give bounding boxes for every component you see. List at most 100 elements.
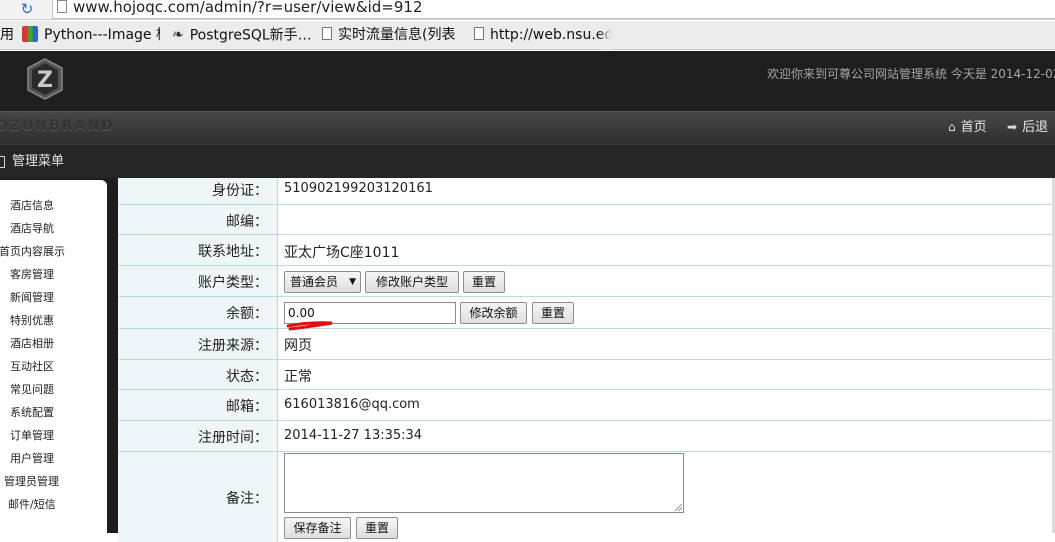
address-label: 联系地址： <box>198 244 268 260</box>
sidebar-item-mail-sms[interactable]: 邮件/短信 <box>8 498 56 512</box>
welcome-text: 欢迎你来到可尊公司网站管理系统 今天是 2014-12-02 星 <box>767 67 1055 81</box>
id-card-label: 身份证： <box>212 183 268 199</box>
browser-address-bar: ↻ www.hojoqc.com/admin/?r=user/view&id=9… <box>0 0 1055 20</box>
label-cell: 联系地址： <box>118 235 278 265</box>
menu-title: 管理菜单 <box>12 154 65 169</box>
address-value: 亚太广场C座1011 <box>284 245 400 261</box>
sidebar-item-home-content[interactable]: 首页内容展示 <box>0 245 65 259</box>
back-arrow-icon: ➡ <box>1007 120 1018 134</box>
url-field[interactable]: www.hojoqc.com/admin/?r=user/view&id=912 <box>52 0 1055 19</box>
zip-label: 邮编： <box>226 214 268 230</box>
resize-grip-icon[interactable] <box>675 504 682 511</box>
fade <box>598 21 612 50</box>
row-account-type: 账户类型： 普通会员 ▼ 修改账户类型 重置 <box>118 266 1055 297</box>
z-logo-icon[interactable]: Z <box>26 58 64 100</box>
label-cell: 余额： <box>118 297 278 328</box>
sidebar-item-admins[interactable]: 管理员管理 <box>4 475 59 489</box>
reset-balance-button[interactable]: 重置 <box>532 302 574 324</box>
bookmark-python-image[interactable]: Python---Image 枆 <box>22 21 160 50</box>
reg-time-label: 注册时间： <box>198 430 268 446</box>
id-card-value: 510902199203120161 <box>284 181 433 196</box>
account-type-label: 账户类型： <box>198 275 268 291</box>
bookmark-label: PostgreSQL新手… <box>189 27 310 44</box>
status-value: 正常 <box>284 369 312 385</box>
modify-balance-button[interactable]: 修改余额 <box>460 302 527 324</box>
sidebar-item-settings[interactable]: 系统配置 <box>10 406 54 420</box>
row-id-card: 身份证： 510902199203120161 <box>118 178 1055 205</box>
bookmark-label: Python---Image 枆 <box>44 27 160 43</box>
document-icon <box>474 27 484 40</box>
bookmark-traffic[interactable]: 实时流量信息(列表 <box>322 21 466 50</box>
label-cell: 备注： <box>118 452 278 542</box>
sidebar-item-offers[interactable]: 特别优惠 <box>10 314 54 328</box>
brand-text: OZUNBRAND <box>0 118 115 134</box>
label-cell: 注册来源： <box>118 329 278 359</box>
sidebar-item-users[interactable]: 用户管理 <box>10 452 54 466</box>
top-navbar: OZUNBRAND ⌂ 首页 ➡ 后退 <box>0 111 1055 144</box>
nav-home-label: 首页 <box>960 120 987 135</box>
label-cell: 邮箱： <box>118 390 278 420</box>
label-cell: 身份证： <box>118 178 278 204</box>
bookmark-postgresql[interactable]: ❧ PostgreSQL新手… <box>172 21 310 50</box>
source-value: 网页 <box>284 338 312 354</box>
sidebar-item-rooms[interactable]: 客房管理 <box>10 268 54 282</box>
home-icon: ⌂ <box>948 120 956 134</box>
elephant-icon: ❧ <box>172 27 184 43</box>
reload-icon[interactable]: ↻ <box>16 0 38 18</box>
bookmarks-bar: 用 Python---Image 枆 ❧ PostgreSQL新手… 实时流量信息… <box>0 21 1055 50</box>
menu-icon <box>0 156 5 168</box>
menu-bar: 管理菜单 <box>0 144 1055 178</box>
row-balance: 余额： 0.00 修改余额 重置 <box>118 297 1055 329</box>
bookmark-nsu[interactable]: http://web.nsu.ed <box>474 21 612 50</box>
remark-label: 备注： <box>226 491 268 507</box>
admin-header: Z 欢迎你来到可尊公司网站管理系统 今天是 2014-12-02 星 <box>0 51 1055 111</box>
url-text: www.hojoqc.com/admin/?r=user/view&id=912 <box>73 0 423 16</box>
row-address: 联系地址： 亚太广场C座1011 <box>118 235 1055 266</box>
status-label: 状态： <box>226 369 268 385</box>
page-icon <box>57 0 67 13</box>
label-cell: 注册时间： <box>118 421 278 451</box>
sidebar: 酒店信息 酒店导航 首页内容展示 客房管理 新闻管理 特别优惠 酒店相册 互动社… <box>0 180 107 533</box>
remark-textarea[interactable] <box>284 453 684 513</box>
multicolor-icon <box>22 25 38 42</box>
email-value: 616013816@qq.com <box>284 397 420 412</box>
bookmark-label: 实时流量信息(列表 <box>338 27 456 43</box>
sidebar-item-faq[interactable]: 常见问题 <box>10 383 54 397</box>
account-type-select[interactable]: 普通会员 ▼ <box>284 271 361 293</box>
sidebar-item-news[interactable]: 新闻管理 <box>10 291 54 305</box>
reg-time-value: 2014-11-27 13:35:34 <box>284 428 423 443</box>
nav-back-label: 后退 <box>1022 120 1049 135</box>
reset-account-type-button[interactable]: 重置 <box>463 271 505 293</box>
sidebar-item-orders[interactable]: 订单管理 <box>10 429 54 443</box>
sidebar-item-community[interactable]: 互动社区 <box>10 360 54 374</box>
label-cell: 邮编： <box>118 205 278 234</box>
source-label: 注册来源： <box>198 338 268 354</box>
row-reg-time: 注册时间： 2014-11-27 13:35:34 <box>118 421 1055 452</box>
label-cell: 状态： <box>118 360 278 389</box>
row-remark: 备注： 保存备注 重置 <box>118 452 1055 542</box>
svg-text:Z: Z <box>37 68 53 93</box>
label-cell: 账户类型： <box>118 266 278 296</box>
sidebar-item-album[interactable]: 酒店相册 <box>10 337 54 351</box>
row-source: 注册来源： 网页 <box>118 329 1055 360</box>
row-zip: 邮编： <box>118 205 1055 235</box>
email-label: 邮箱： <box>226 399 268 415</box>
reset-remark-button[interactable]: 重置 <box>356 517 398 539</box>
dropdown-arrow-icon: ▼ <box>349 277 356 287</box>
bookmark-0[interactable]: 用 <box>0 21 14 50</box>
nav-back[interactable]: ➡ 后退 <box>1007 112 1048 143</box>
save-remark-button[interactable]: 保存备注 <box>284 517 351 539</box>
user-detail-form: 身份证： 510902199203120161 邮编： 联系地址： 亚太广场C座… <box>118 178 1055 542</box>
nav-home[interactable]: ⌂ 首页 <box>948 112 987 143</box>
document-icon <box>322 27 332 40</box>
account-type-selected: 普通会员 <box>290 275 339 289</box>
balance-label: 余额： <box>226 306 268 322</box>
red-annotation-underline <box>286 321 333 331</box>
modify-account-type-button[interactable]: 修改账户类型 <box>365 271 459 293</box>
sidebar-item-hotel-nav[interactable]: 酒店导航 <box>10 222 54 236</box>
sidebar-item-hotel-info[interactable]: 酒店信息 <box>10 199 54 213</box>
bookmark-label: http://web.nsu.ed <box>490 27 612 43</box>
row-email: 邮箱： 616013816@qq.com <box>118 390 1055 421</box>
row-status: 状态： 正常 <box>118 360 1055 390</box>
bookmark-label: 用 <box>0 27 14 43</box>
